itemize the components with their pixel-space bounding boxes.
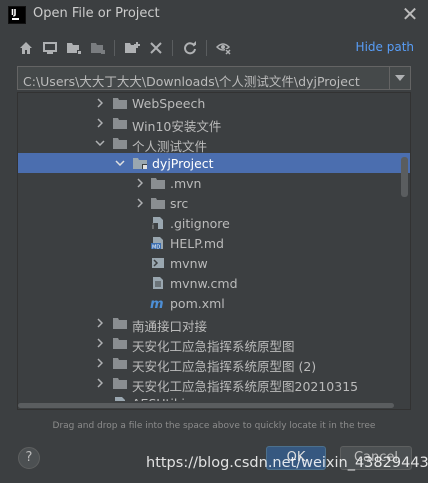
project-folder-icon[interactable] bbox=[64, 38, 84, 58]
close-icon[interactable]: ✕ bbox=[398, 2, 422, 26]
toolbar-separator bbox=[114, 40, 115, 56]
tree-row-pom-xml[interactable]: m pom.xml bbox=[18, 293, 410, 313]
markdown-file-icon: MD bbox=[150, 236, 166, 251]
tree-row-mvnw[interactable]: mvnw bbox=[18, 253, 410, 273]
tree-item-label: pom.xml bbox=[170, 296, 225, 311]
open-project-dialog: IJ Open File or Project ✕ Hide path C:\U… bbox=[0, 0, 428, 483]
help-button[interactable]: ? bbox=[18, 447, 40, 469]
watermark: https://blog.csdn.net/weixin_43829443 bbox=[146, 455, 428, 471]
tree-item-label: .mvn bbox=[170, 176, 202, 191]
chevron-right-icon[interactable] bbox=[94, 377, 106, 389]
tree-item-label: src bbox=[170, 196, 189, 211]
tree-row-nantong[interactable]: 南通接口对接 bbox=[18, 313, 410, 334]
file-tree[interactable]: WebSpeech Win10安装文件 个人测试文件 dyjProject .m… bbox=[17, 92, 411, 410]
svg-text:i: i bbox=[152, 223, 154, 230]
text-file-icon bbox=[150, 276, 166, 290]
dialog-title: Open File or Project bbox=[33, 6, 160, 21]
folder-icon bbox=[112, 136, 128, 150]
refresh-icon[interactable] bbox=[180, 38, 200, 58]
folder-icon bbox=[150, 176, 166, 190]
tree-row-mvnw-cmd[interactable]: mvnw.cmd bbox=[18, 273, 410, 293]
tree-row-webspeech[interactable]: WebSpeech bbox=[18, 93, 410, 113]
horizontal-scrollbar-track[interactable] bbox=[18, 401, 410, 409]
tree-item-label: mvnw bbox=[170, 256, 208, 271]
tree-row-personal-test[interactable]: 个人测试文件 bbox=[18, 133, 410, 154]
tree-row-tianan-1[interactable]: 天安化工应急指挥系统原型图 bbox=[18, 333, 410, 354]
show-hidden-icon[interactable] bbox=[214, 38, 234, 58]
folder-icon bbox=[112, 376, 128, 390]
module-folder-icon[interactable] bbox=[88, 38, 108, 58]
hide-path-link[interactable]: Hide path bbox=[356, 40, 414, 54]
tree-row-win10[interactable]: Win10安装文件 bbox=[18, 113, 410, 134]
tree-item-label: mvnw.cmd bbox=[170, 276, 238, 291]
tree-item-label: .gitignore bbox=[170, 216, 230, 231]
folder-icon bbox=[150, 196, 166, 210]
gitignore-file-icon: i bbox=[150, 216, 166, 231]
chevron-right-icon[interactable] bbox=[94, 357, 106, 369]
vertical-scrollbar[interactable] bbox=[401, 157, 408, 197]
tree-item-label: dyjProject bbox=[152, 156, 214, 171]
folder-icon bbox=[112, 96, 128, 110]
desktop-icon[interactable] bbox=[40, 38, 60, 58]
tree-row-mvn[interactable]: .mvn bbox=[18, 173, 410, 193]
chevron-right-icon[interactable] bbox=[134, 197, 146, 209]
chevron-down-icon bbox=[395, 75, 405, 81]
svg-text:MD: MD bbox=[152, 245, 160, 251]
chevron-right-icon[interactable] bbox=[94, 117, 106, 129]
delete-icon[interactable] bbox=[146, 38, 166, 58]
tree-row-tianan-2[interactable]: 天安化工应急指挥系统原型图 (2) bbox=[18, 353, 410, 374]
folder-icon bbox=[112, 116, 128, 130]
chevron-right-icon[interactable] bbox=[134, 177, 146, 189]
intellij-logo-icon: IJ bbox=[8, 6, 26, 24]
folder-icon bbox=[112, 316, 128, 330]
path-field[interactable]: C:\Users\大大丁大大\Downloads\个人测试文件\dyjProje… bbox=[17, 66, 411, 90]
toolbar-separator bbox=[172, 40, 173, 56]
chevron-down-icon[interactable] bbox=[114, 157, 126, 169]
tree-row-gitignore[interactable]: i .gitignore bbox=[18, 213, 410, 233]
tree-row-dyjproject[interactable]: dyjProject bbox=[18, 153, 410, 173]
horizontal-scrollbar[interactable] bbox=[18, 403, 394, 408]
path-field-value[interactable]: C:\Users\大大丁大大\Downloads\个人测试文件\dyjProje… bbox=[23, 71, 360, 90]
tree-item-label: WebSpeech bbox=[132, 96, 206, 111]
tree-item-label: HELP.md bbox=[170, 236, 224, 251]
project-folder-icon bbox=[132, 156, 148, 170]
new-folder-icon[interactable] bbox=[122, 38, 142, 58]
folder-icon bbox=[112, 336, 128, 350]
folder-icon bbox=[112, 356, 128, 370]
chevron-down-icon[interactable] bbox=[94, 137, 106, 149]
path-history-dropdown[interactable] bbox=[389, 67, 410, 89]
svg-text:m: m bbox=[150, 297, 164, 310]
chevron-right-icon[interactable] bbox=[94, 317, 106, 329]
title-bar: IJ Open File or Project ✕ bbox=[0, 0, 428, 30]
shell-file-icon bbox=[150, 256, 166, 270]
home-icon[interactable] bbox=[16, 38, 36, 58]
toolbar-separator bbox=[206, 40, 207, 56]
chevron-right-icon[interactable] bbox=[94, 337, 106, 349]
chevron-right-icon[interactable] bbox=[94, 97, 106, 109]
maven-file-icon: m bbox=[150, 296, 166, 312]
tree-row-src[interactable]: src bbox=[18, 193, 410, 213]
toolbar: Hide path bbox=[16, 36, 416, 60]
tree-row-help-md[interactable]: MD HELP.md bbox=[18, 233, 410, 253]
drag-drop-hint: Drag and drop a file into the space abov… bbox=[52, 421, 376, 431]
tree-row-tianan-3[interactable]: 天安化工应急指挥系统原型图20210315 bbox=[18, 373, 410, 394]
